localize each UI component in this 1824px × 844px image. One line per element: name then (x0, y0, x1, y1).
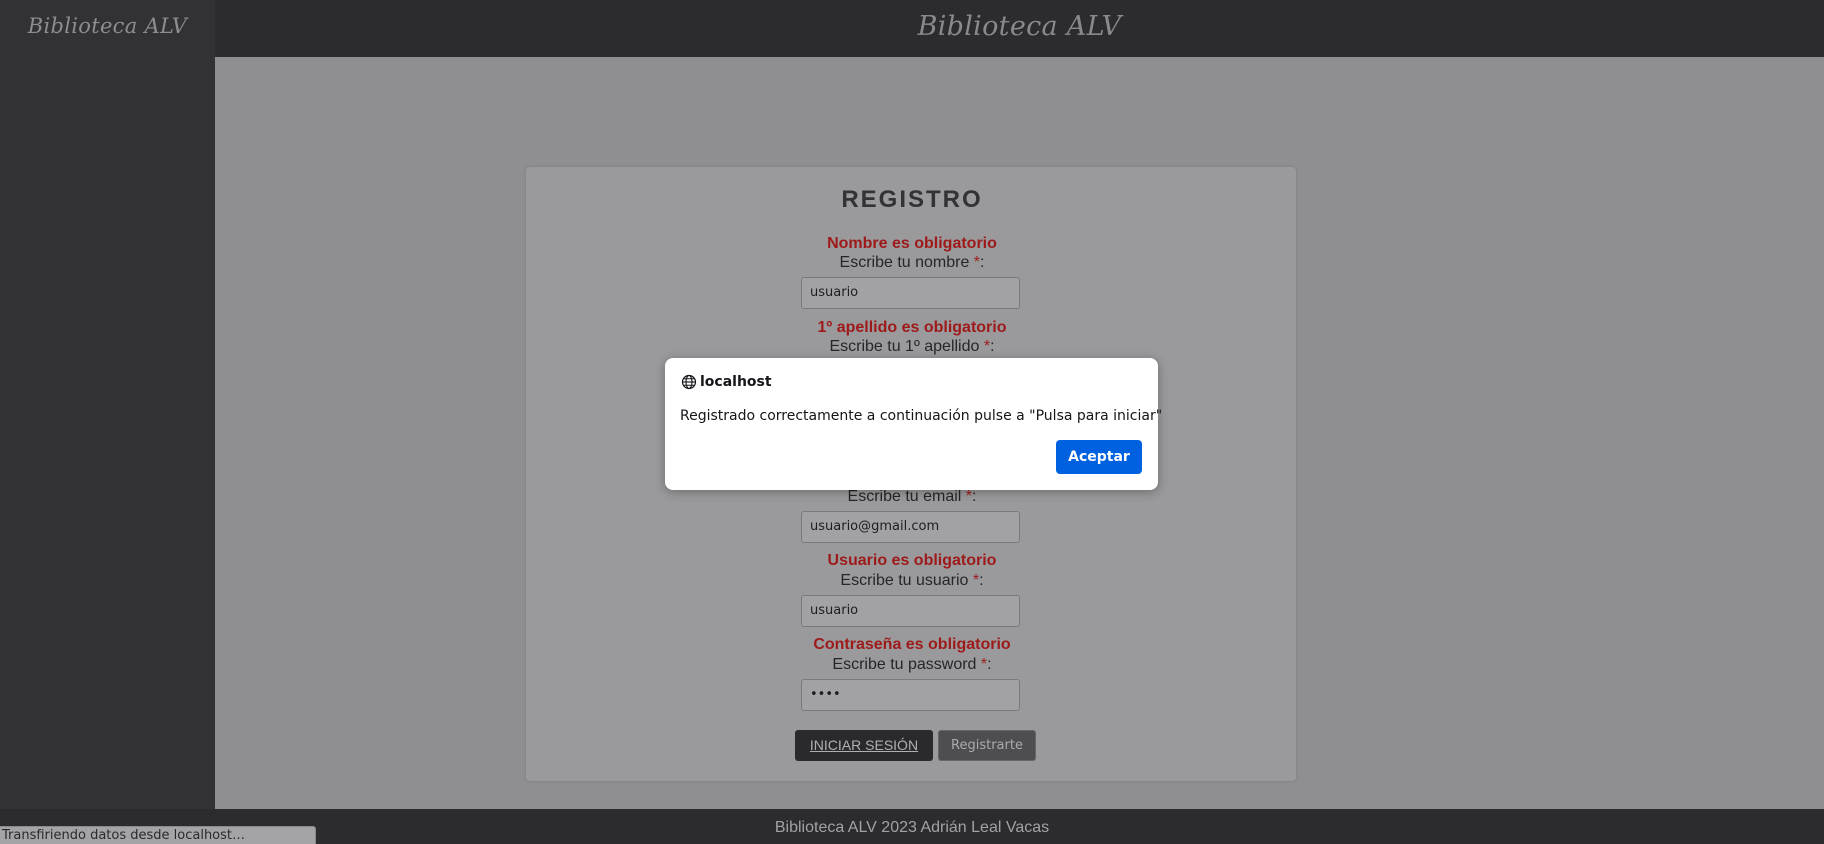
name-field[interactable]: usuario (801, 277, 1020, 309)
username-field[interactable]: usuario (801, 595, 1020, 627)
alert-dialog: localhost Registrado correctamente a con… (665, 358, 1162, 490)
sidebar-logo[interactable]: Biblioteca ALV (0, 14, 215, 38)
email-field[interactable]: usuario@gmail.com (801, 511, 1020, 543)
login-button[interactable]: INICIAR SESIÓN (795, 730, 933, 761)
username-error: Usuario es obligatorio (827, 552, 997, 569)
username-label: Escribe tu usuario *: (840, 572, 984, 589)
email-label: Escribe tu email *: (847, 488, 977, 505)
password-error: Contraseña es obligatorio (813, 636, 1011, 653)
name-label: Escribe tu nombre *: (839, 254, 985, 271)
dialog-header: localhost (681, 373, 772, 391)
sidebar: Biblioteca ALV (0, 0, 215, 809)
surname1-label: Escribe tu 1º apellido *: (829, 338, 995, 355)
dialog-origin: localhost (700, 374, 772, 390)
surname1-error: 1º apellido es obligatorio (817, 319, 1007, 336)
page-title: REGISTRO (841, 186, 983, 213)
accept-button[interactable]: Aceptar (1056, 440, 1142, 474)
password-label: Escribe tu password *: (832, 656, 992, 673)
password-field[interactable]: •••• (801, 679, 1020, 711)
header-bar: Biblioteca ALV (215, 0, 1824, 57)
name-error: Nombre es obligatorio (827, 235, 997, 252)
header-title: Biblioteca ALV (917, 11, 1122, 42)
dialog-message: Registrado correctamente a continuación … (680, 408, 1163, 424)
register-button[interactable]: Registrarte (938, 730, 1036, 761)
globe-icon (681, 374, 697, 390)
status-bar: Transfiriendo datos desde localhost… (0, 826, 316, 844)
